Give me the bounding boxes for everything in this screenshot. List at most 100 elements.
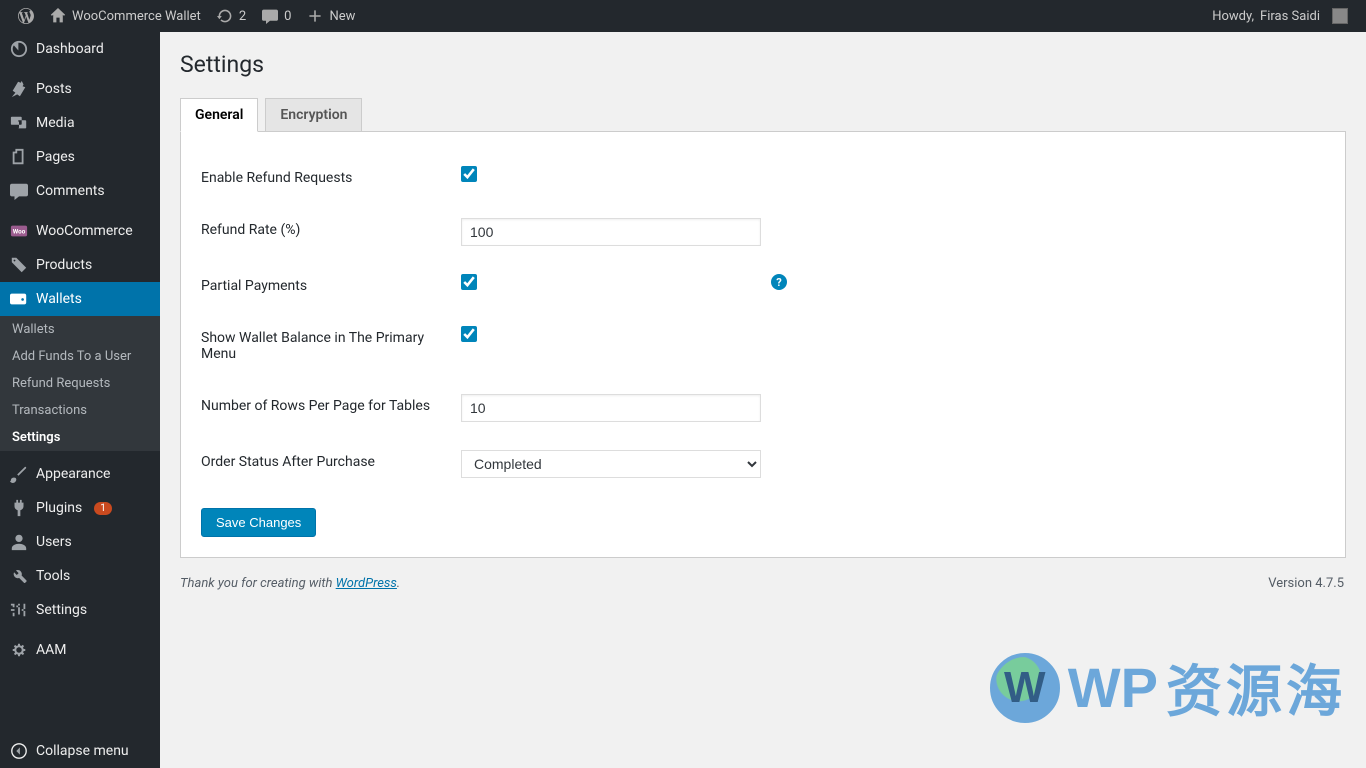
collapse-icon	[10, 742, 28, 760]
user-account[interactable]: Howdy, Firas Saidi	[1204, 0, 1356, 32]
comment-icon	[10, 182, 28, 200]
wallet-icon	[10, 290, 28, 308]
sidebar-subitem-wallets[interactable]: Wallets	[0, 316, 160, 343]
sidebar-item-label: Appearance	[36, 466, 110, 482]
site-name: WooCommerce Wallet	[72, 9, 201, 24]
page-icon	[10, 148, 28, 166]
comments-count: 0	[284, 9, 291, 24]
sidebar-item-label: Users	[36, 534, 72, 550]
sidebar-subitem-refund-requests[interactable]: Refund Requests	[0, 370, 160, 397]
user-name: Firas Saidi	[1260, 9, 1320, 24]
form-table: Enable Refund Requests Refund Rate (%) P…	[201, 152, 1325, 492]
wordpress-link[interactable]: WordPress	[336, 576, 397, 591]
footer: Thank you for creating with WordPress. V…	[180, 558, 1346, 609]
admin-bar-left: WooCommerce Wallet 2 0 New	[10, 0, 363, 32]
new-link[interactable]: New	[299, 0, 363, 32]
refund-rate-input[interactable]	[461, 218, 761, 246]
new-label: New	[329, 9, 355, 24]
products-icon	[10, 256, 28, 274]
sidebar-item-media[interactable]: Media	[0, 106, 160, 140]
sidebar-item-label: Pages	[36, 149, 75, 165]
sidebar-item-label: Media	[36, 115, 75, 131]
plugin-icon	[10, 499, 28, 517]
sidebar-item-appearance[interactable]: Appearance	[0, 457, 160, 491]
howdy-prefix: Howdy,	[1212, 9, 1254, 24]
sidebar-item-label: AAM	[36, 642, 67, 658]
refund-rate-label: Refund Rate (%)	[201, 204, 451, 260]
sidebar-subitem-transactions[interactable]: Transactions	[0, 397, 160, 424]
sidebar-item-label: Comments	[36, 183, 105, 199]
wp-logo[interactable]	[10, 0, 42, 32]
enable-refund-label: Enable Refund Requests	[201, 152, 451, 204]
gear-icon	[10, 641, 28, 659]
content-area: Settings General Encryption Enable Refun…	[160, 32, 1366, 768]
footer-credit: Thank you for creating with WordPress.	[180, 576, 400, 591]
sidebar-item-label: WooCommerce	[36, 223, 133, 239]
wordpress-icon	[18, 8, 34, 24]
rows-label: Number of Rows Per Page for Tables	[201, 380, 451, 436]
user-icon	[10, 533, 28, 551]
sidebar-item-products[interactable]: Products	[0, 248, 160, 282]
dashboard-icon	[10, 40, 28, 58]
sidebar-item-label: Collapse menu	[36, 743, 129, 759]
order-status-select[interactable]: Completed	[461, 450, 761, 478]
svg-text:Woo: Woo	[13, 228, 26, 236]
sidebar-item-label: Products	[36, 257, 92, 273]
tab-general[interactable]: General	[180, 98, 258, 132]
settings-form: Enable Refund Requests Refund Rate (%) P…	[180, 132, 1346, 558]
help-icon[interactable]: ?	[771, 274, 787, 290]
show-balance-label: Show Wallet Balance in The Primary Menu	[201, 312, 451, 380]
wrench-icon	[10, 567, 28, 585]
sidebar-spacer	[0, 667, 160, 734]
sidebar-item-label: Tools	[36, 568, 70, 584]
sidebar-subitem-add-funds[interactable]: Add Funds To a User	[0, 343, 160, 370]
tab-encryption[interactable]: Encryption	[265, 98, 362, 131]
partial-payments-checkbox[interactable]	[461, 274, 477, 290]
sidebar-item-plugins[interactable]: Plugins 1	[0, 491, 160, 525]
nav-tabs: General Encryption	[180, 98, 1346, 132]
sidebar-item-label: Dashboard	[36, 41, 104, 57]
show-balance-checkbox[interactable]	[461, 326, 477, 342]
sidebar-item-settings[interactable]: Settings	[0, 593, 160, 627]
brush-icon	[10, 465, 28, 483]
sidebar-item-label: Settings	[36, 602, 87, 618]
refresh-icon	[217, 8, 233, 24]
sidebar-item-dashboard[interactable]: Dashboard	[0, 32, 160, 66]
order-status-label: Order Status After Purchase	[201, 436, 451, 492]
home-icon	[50, 8, 66, 24]
pin-icon	[10, 80, 28, 98]
sidebar-item-tools[interactable]: Tools	[0, 559, 160, 593]
comments-link[interactable]: 0	[254, 0, 299, 32]
footer-version: Version 4.7.5	[1268, 576, 1344, 591]
page-title: Settings	[180, 42, 1346, 98]
woocommerce-icon: Woo	[10, 222, 28, 240]
sidebar-item-label: Plugins	[36, 500, 82, 516]
plugins-badge: 1	[94, 502, 112, 515]
updates-link[interactable]: 2	[209, 0, 254, 32]
save-changes-button[interactable]: Save Changes	[201, 508, 316, 537]
sidebar-item-label: Posts	[36, 81, 72, 97]
rows-input[interactable]	[461, 394, 761, 422]
sidebar-item-users[interactable]: Users	[0, 525, 160, 559]
avatar	[1332, 8, 1348, 24]
admin-sidebar: Dashboard Posts Media Pages Comments Woo…	[0, 32, 160, 768]
sidebar-item-aam[interactable]: AAM	[0, 633, 160, 667]
collapse-menu[interactable]: Collapse menu	[0, 734, 160, 768]
sidebar-item-posts[interactable]: Posts	[0, 72, 160, 106]
sidebar-item-comments[interactable]: Comments	[0, 174, 160, 208]
sidebar-item-label: Wallets	[36, 291, 82, 307]
site-name-link[interactable]: WooCommerce Wallet	[42, 0, 209, 32]
sliders-icon	[10, 601, 28, 619]
admin-bar-right: Howdy, Firas Saidi	[1204, 0, 1356, 32]
enable-refund-checkbox[interactable]	[461, 166, 477, 182]
sidebar-item-pages[interactable]: Pages	[0, 140, 160, 174]
sidebar-subitem-settings[interactable]: Settings	[0, 424, 160, 451]
sidebar-item-wallets[interactable]: Wallets	[0, 282, 160, 316]
comment-icon	[262, 8, 278, 24]
updates-count: 2	[239, 9, 246, 24]
plus-icon	[307, 8, 323, 24]
sidebar-item-woocommerce[interactable]: Woo WooCommerce	[0, 214, 160, 248]
partial-payments-label: Partial Payments	[201, 260, 451, 312]
media-icon	[10, 114, 28, 132]
admin-bar: WooCommerce Wallet 2 0 New Howdy, Firas …	[0, 0, 1366, 32]
